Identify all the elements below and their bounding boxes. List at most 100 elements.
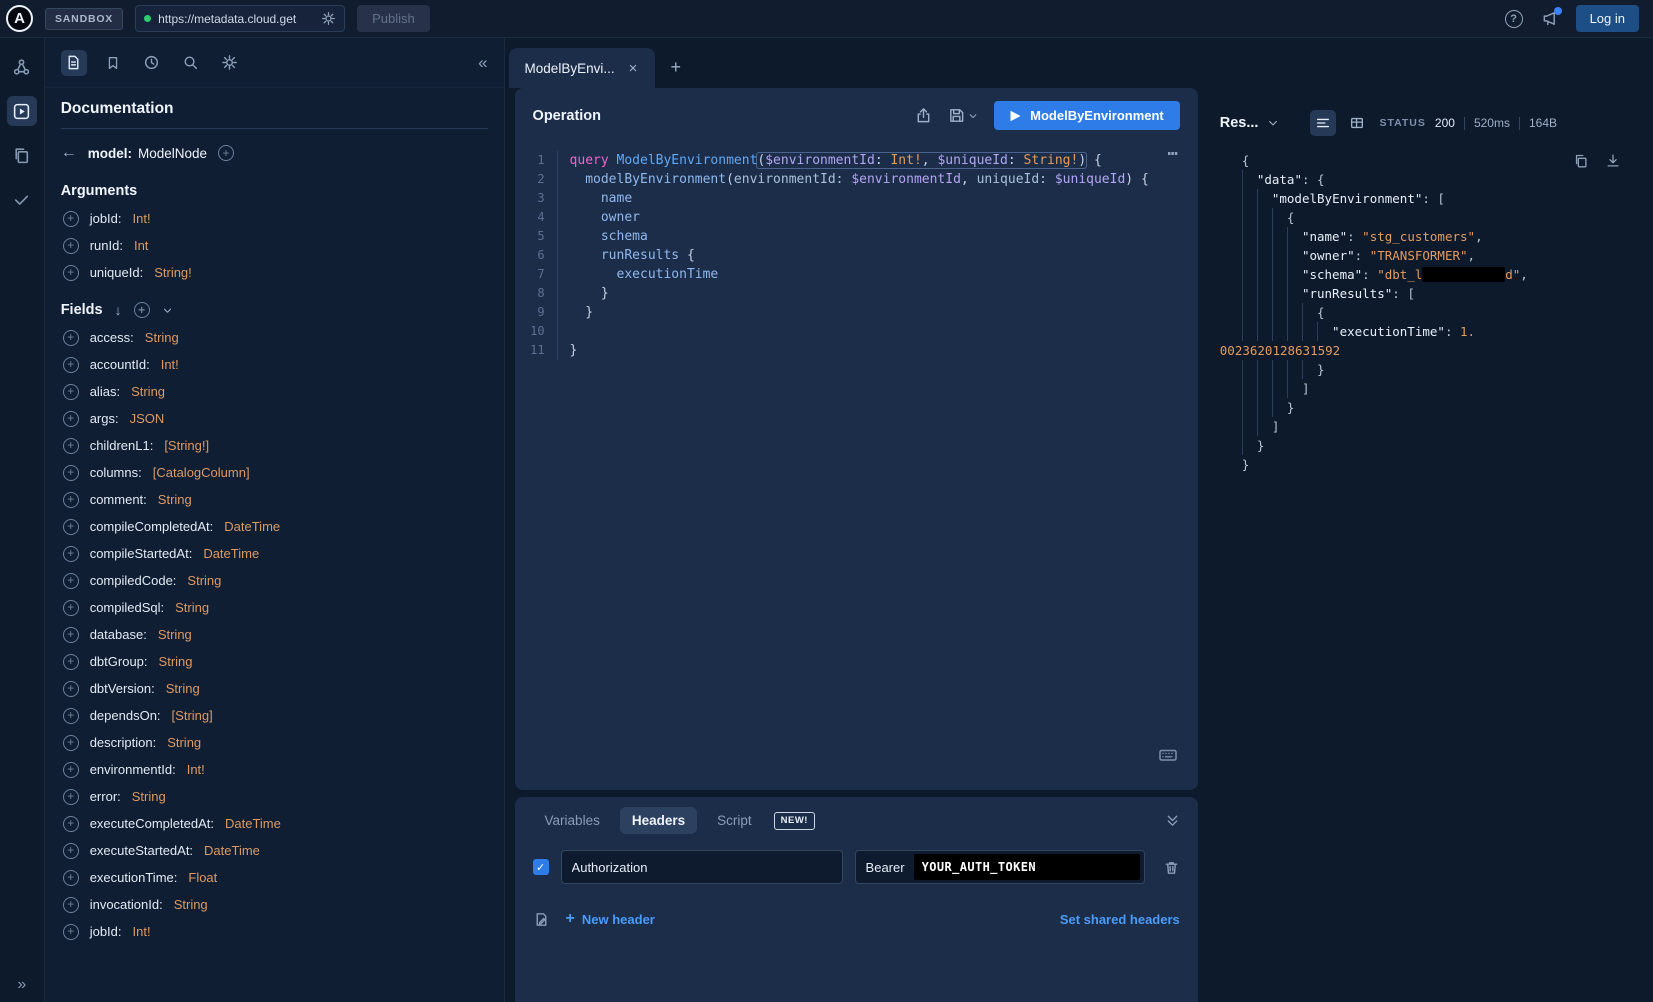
new-header-button[interactable]: + New header bbox=[566, 910, 655, 928]
add-field-icon[interactable]: + bbox=[63, 211, 79, 227]
field-type[interactable]: JSON bbox=[130, 411, 165, 426]
field-type[interactable]: String bbox=[174, 897, 208, 912]
add-type-icon[interactable]: + bbox=[218, 145, 234, 161]
add-field-icon[interactable]: + bbox=[63, 789, 79, 805]
bookmarks-icon[interactable] bbox=[100, 50, 126, 76]
apollo-logo[interactable]: A bbox=[6, 5, 33, 32]
field-type[interactable]: [CatalogColumn] bbox=[153, 465, 250, 480]
share-operation-icon[interactable] bbox=[915, 107, 932, 124]
field-type[interactable]: Int bbox=[134, 238, 148, 253]
field-type[interactable]: Int! bbox=[161, 357, 179, 372]
add-field-icon[interactable]: + bbox=[63, 735, 79, 751]
add-field-icon[interactable]: + bbox=[63, 843, 79, 859]
doc-field-row[interactable]: +database:String bbox=[61, 621, 488, 648]
keyboard-shortcuts-icon[interactable] bbox=[1158, 746, 1178, 764]
doc-field-row[interactable]: +args:JSON bbox=[61, 405, 488, 432]
doc-field-row[interactable]: +columns:[CatalogColumn] bbox=[61, 459, 488, 486]
history-icon[interactable] bbox=[139, 50, 165, 76]
add-all-fields-icon[interactable]: + bbox=[134, 302, 150, 318]
doc-field-row[interactable]: +comment:String bbox=[61, 486, 488, 513]
explorer-icon[interactable] bbox=[7, 96, 37, 126]
doc-field-row[interactable]: +uniqueId:String! bbox=[61, 259, 488, 286]
documentation-tab-icon[interactable] bbox=[61, 50, 87, 76]
doc-field-row[interactable]: +alias:String bbox=[61, 378, 488, 405]
add-field-icon[interactable]: + bbox=[63, 519, 79, 535]
chevron-down-icon[interactable] bbox=[162, 305, 173, 316]
doc-field-row[interactable]: +compiledCode:String bbox=[61, 567, 488, 594]
doc-field-row[interactable]: +environmentId:Int! bbox=[61, 756, 488, 783]
announcements-icon[interactable] bbox=[1541, 10, 1558, 27]
doc-field-row[interactable]: +childrenL1:[String!] bbox=[61, 432, 488, 459]
add-field-icon[interactable]: + bbox=[63, 330, 79, 346]
response-dropdown-chevron-icon[interactable] bbox=[1267, 117, 1279, 129]
endpoint-url-pill[interactable]: https://metadata.cloud.get bbox=[135, 5, 345, 32]
doc-field-row[interactable]: +dependsOn:[String] bbox=[61, 702, 488, 729]
add-field-icon[interactable]: + bbox=[63, 384, 79, 400]
formatted-view-icon[interactable] bbox=[1310, 110, 1336, 136]
field-type[interactable]: DateTime bbox=[225, 816, 281, 831]
add-field-icon[interactable]: + bbox=[63, 870, 79, 886]
doc-field-row[interactable]: +dbtGroup:String bbox=[61, 648, 488, 675]
field-type[interactable]: String bbox=[158, 627, 192, 642]
add-field-icon[interactable]: + bbox=[63, 897, 79, 913]
add-field-icon[interactable]: + bbox=[63, 438, 79, 454]
operation-tab[interactable]: ModelByEnvi... × bbox=[509, 48, 655, 88]
endpoint-url[interactable]: https://metadata.cloud.get bbox=[158, 12, 314, 26]
field-type[interactable]: Int! bbox=[133, 924, 151, 939]
doc-field-row[interactable]: +invocationId:String bbox=[61, 891, 488, 918]
search-icon[interactable] bbox=[178, 50, 204, 76]
copy-response-icon[interactable] bbox=[1573, 153, 1589, 169]
field-type[interactable]: String bbox=[187, 573, 221, 588]
tab-variables[interactable]: Variables bbox=[533, 807, 612, 834]
add-field-icon[interactable]: + bbox=[63, 816, 79, 832]
doc-field-row[interactable]: +executeStartedAt:DateTime bbox=[61, 837, 488, 864]
settings-gear-icon[interactable] bbox=[217, 50, 243, 76]
add-field-icon[interactable]: + bbox=[63, 411, 79, 427]
doc-field-row[interactable]: +compileCompletedAt:DateTime bbox=[61, 513, 488, 540]
back-arrow-icon[interactable]: ← bbox=[61, 144, 77, 162]
doc-field-row[interactable]: +description:String bbox=[61, 729, 488, 756]
field-type[interactable]: DateTime bbox=[203, 546, 259, 561]
field-type[interactable]: String bbox=[158, 492, 192, 507]
doc-field-row[interactable]: +dbtVersion:String bbox=[61, 675, 488, 702]
table-view-icon[interactable] bbox=[1344, 110, 1370, 136]
collapse-panel-icon[interactable]: « bbox=[478, 53, 487, 73]
help-icon[interactable]: ? bbox=[1505, 10, 1523, 28]
download-response-icon[interactable] bbox=[1605, 153, 1621, 169]
field-type[interactable]: DateTime bbox=[204, 843, 260, 858]
collapse-panel-chevrons-icon[interactable] bbox=[1165, 813, 1180, 828]
field-type[interactable]: String bbox=[131, 384, 165, 399]
add-field-icon[interactable]: + bbox=[63, 762, 79, 778]
expand-rail-icon[interactable]: » bbox=[17, 976, 26, 994]
save-operation-icon[interactable] bbox=[948, 107, 978, 124]
doc-field-row[interactable]: +error:String bbox=[61, 783, 488, 810]
add-field-icon[interactable]: + bbox=[63, 546, 79, 562]
field-type[interactable]: String bbox=[166, 681, 200, 696]
field-type[interactable]: [String] bbox=[172, 708, 213, 723]
sort-fields-icon[interactable]: ↓ bbox=[115, 302, 122, 318]
tab-script[interactable]: Script bbox=[705, 807, 764, 834]
field-type[interactable]: String bbox=[159, 654, 193, 669]
field-type[interactable]: String bbox=[167, 735, 201, 750]
doc-field-row[interactable]: +executeCompletedAt:DateTime bbox=[61, 810, 488, 837]
add-field-icon[interactable]: + bbox=[63, 573, 79, 589]
set-shared-headers-button[interactable]: Set shared headers bbox=[1060, 912, 1180, 927]
doc-field-row[interactable]: +runId:Int bbox=[61, 232, 488, 259]
add-field-icon[interactable]: + bbox=[63, 654, 79, 670]
doc-field-row[interactable]: +executionTime:Float bbox=[61, 864, 488, 891]
environment-variables-icon[interactable] bbox=[533, 911, 550, 928]
add-field-icon[interactable]: + bbox=[63, 627, 79, 643]
publish-button[interactable]: Publish bbox=[357, 5, 430, 32]
header-enabled-checkbox[interactable]: ✓ bbox=[533, 859, 549, 875]
add-field-icon[interactable]: + bbox=[63, 357, 79, 373]
run-operation-button[interactable]: ModelByEnvironment bbox=[994, 101, 1180, 130]
add-field-icon[interactable]: + bbox=[63, 465, 79, 481]
field-type[interactable]: Int! bbox=[187, 762, 205, 777]
field-type[interactable]: Int! bbox=[133, 211, 151, 226]
field-type[interactable]: [String!] bbox=[164, 438, 209, 453]
doc-field-row[interactable]: +access:String bbox=[61, 324, 488, 351]
add-field-icon[interactable]: + bbox=[63, 924, 79, 940]
doc-field-row[interactable]: +jobId:Int! bbox=[61, 918, 488, 945]
login-button[interactable]: Log in bbox=[1576, 5, 1639, 32]
operation-collections-icon[interactable] bbox=[7, 140, 37, 170]
